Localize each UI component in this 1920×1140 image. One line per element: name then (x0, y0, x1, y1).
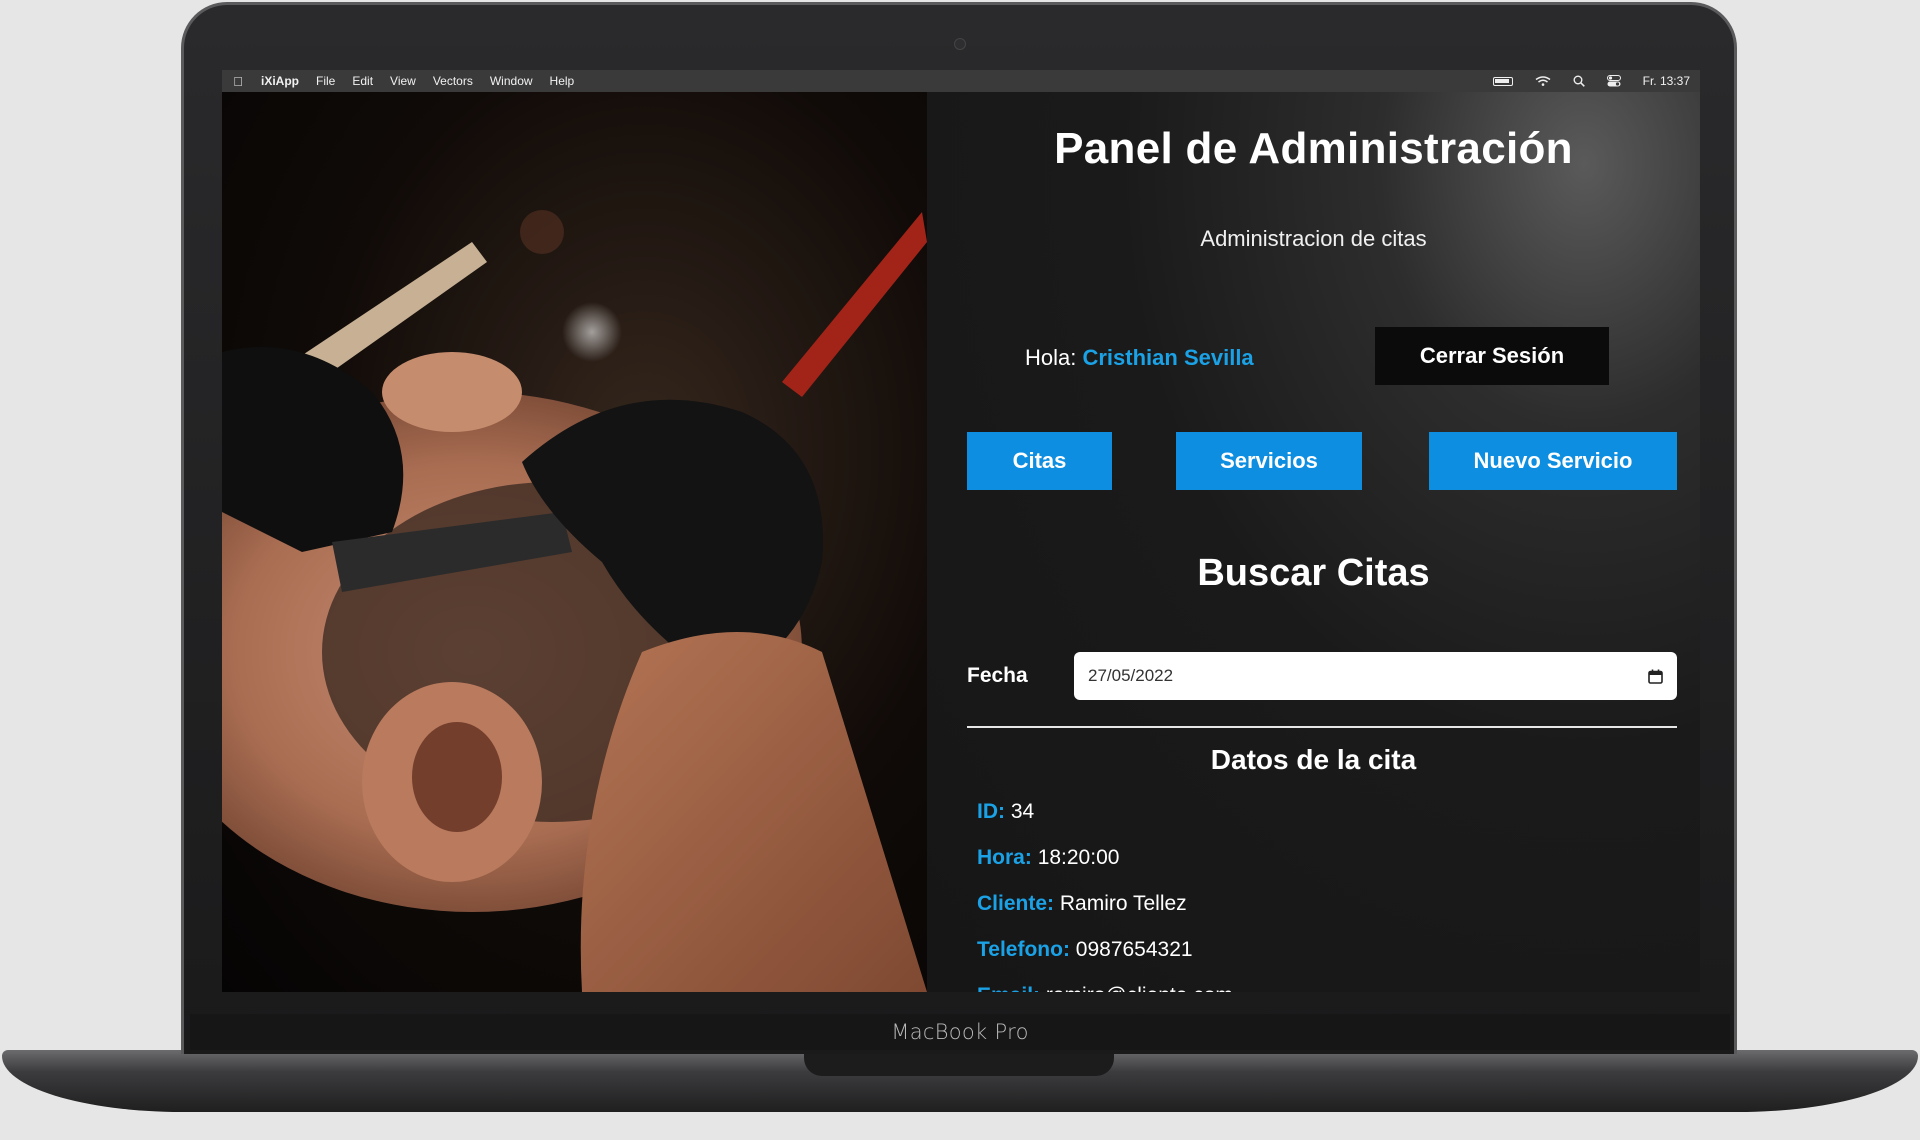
nuevo-servicio-button[interactable]: Nuevo Servicio (1429, 432, 1677, 490)
date-label: Fecha (967, 664, 1028, 687)
menubar:  iXiApp File Edit View Vectors Window H… (222, 70, 1700, 92)
email-value: ramiro@cliente.com (1046, 984, 1233, 992)
servicios-button[interactable]: Servicios (1176, 432, 1362, 490)
calendar-icon[interactable] (1648, 669, 1663, 684)
barber-photo-illustration (222, 92, 927, 992)
admin-panel: Panel de Administración Administracion d… (927, 92, 1700, 992)
menu-edit[interactable]: Edit (352, 74, 373, 88)
apple-icon[interactable]:  (232, 74, 244, 89)
menu-help[interactable]: Help (550, 74, 575, 88)
menu-app-name[interactable]: iXiApp (261, 74, 299, 88)
control-center-icon[interactable] (1606, 75, 1621, 87)
page-title: Panel de Administración (1054, 124, 1573, 173)
date-value: 27/05/2022 (1088, 666, 1174, 685)
appointment-cliente: Cliente: Ramiro Tellez (977, 892, 1187, 916)
menu-vectors[interactable]: Vectors (433, 74, 473, 88)
page-subtitle: Administracion de citas (1200, 226, 1427, 251)
telefono-label: Telefono: (977, 938, 1070, 961)
device-model-label: MacBook Pro (891, 1020, 1029, 1044)
laptop-bezel: MacBook Pro (190, 1014, 1730, 1050)
appointment-email: Email: ramiro@cliente.com (977, 984, 1233, 992)
barber-shave-photo (222, 92, 927, 992)
citas-button[interactable]: Citas (967, 432, 1112, 490)
camera-icon (954, 38, 966, 50)
battery-icon[interactable] (1492, 76, 1513, 86)
id-value: 34 (1010, 800, 1035, 823)
hora-label: Hora: (977, 846, 1032, 869)
wifi-icon[interactable] (1535, 76, 1551, 86)
email-label: Email: (977, 984, 1040, 992)
cliente-label: Cliente: (977, 892, 1055, 915)
greeting-prefix: Hola: (1025, 345, 1077, 370)
menu-view[interactable]: View (390, 74, 416, 88)
date-input[interactable]: 27/05/2022 (1074, 652, 1677, 700)
hora-value: 18:20:00 (1037, 846, 1120, 869)
menubar-clock[interactable]: Fr. 13:37 (1643, 74, 1690, 88)
telefono-value: 0987654321 (1075, 938, 1193, 961)
section-divider (967, 726, 1677, 728)
laptop-mockup:  iXiApp File Edit View Vectors Window H… (0, 0, 1920, 1140)
logout-button[interactable]: Cerrar Sesión (1375, 327, 1609, 385)
cliente-value: Ramiro Tellez (1059, 892, 1187, 915)
search-title: Buscar Citas (1197, 552, 1430, 594)
details-title: Datos de la cita (1210, 744, 1417, 775)
appointment-telefono: Telefono: 0987654321 (977, 938, 1193, 962)
user-name: Cristhian Sevilla (1082, 345, 1254, 370)
screen:  iXiApp File Edit View Vectors Window H… (222, 70, 1700, 992)
menu-window[interactable]: Window (490, 74, 533, 88)
user-greeting: Hola: Cristhian Sevilla (1025, 345, 1254, 371)
menu-file[interactable]: File (316, 74, 335, 88)
id-label: ID: (977, 800, 1005, 823)
search-icon[interactable] (1573, 75, 1585, 87)
appointment-hora: Hora: 18:20:00 (977, 846, 1119, 870)
appointment-id: ID: 34 (977, 800, 1034, 824)
